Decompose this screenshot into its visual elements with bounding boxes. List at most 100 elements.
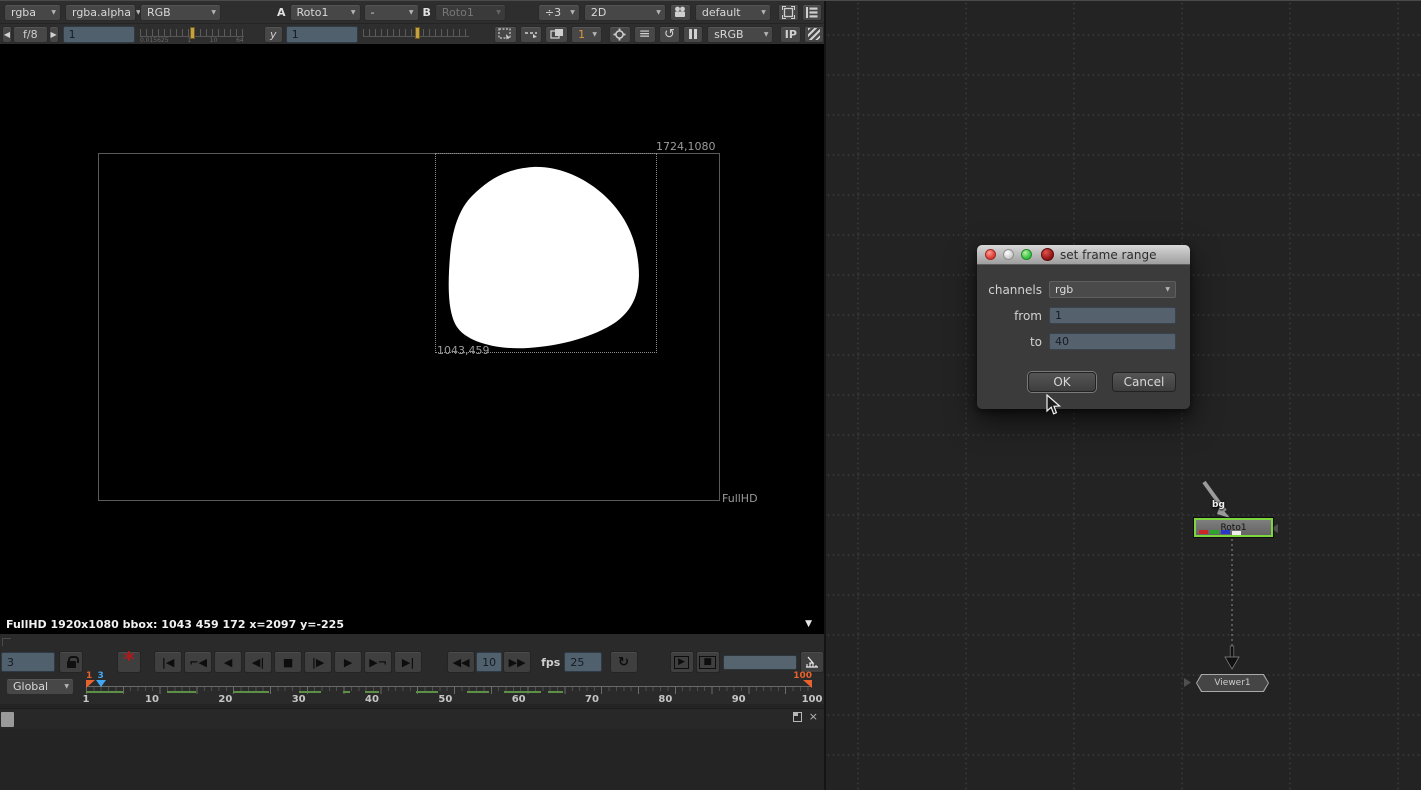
close-window-button[interactable]	[985, 249, 996, 260]
timeline-display-button[interactable]	[800, 651, 824, 673]
step-back-button[interactable]: ◀|	[244, 651, 272, 673]
panel-handle-icon	[2, 638, 11, 646]
display-channels-dropdown[interactable]: RGB ▼	[140, 4, 221, 21]
roi-button[interactable]	[494, 26, 517, 43]
layer-dropdown[interactable]: rgba.alpha ▼	[65, 4, 136, 21]
viewer-colorspace-dropdown[interactable]: sRGB ▼	[707, 26, 773, 43]
go-start-button[interactable]: |◀	[154, 651, 182, 673]
scrollbar-thumb[interactable]	[1, 712, 14, 727]
scanline-mode-button[interactable]: ≡	[634, 26, 656, 43]
chevron-down-icon: ▼	[491, 9, 501, 16]
step-forward-button[interactable]: |▶	[304, 651, 332, 673]
input-process-button[interactable]: IP	[780, 26, 801, 43]
jump-back-button[interactable]: ◀◀	[447, 651, 475, 673]
from-input[interactable]: 1	[1049, 307, 1176, 324]
dialog-title: set frame range	[1060, 248, 1156, 262]
play-backward-button[interactable]: ◀	[214, 651, 242, 673]
close-panel-icon[interactable]: ×	[809, 712, 818, 722]
playhead-marker[interactable]: 3	[96, 672, 106, 687]
viewer-input-number-dropdown[interactable]: 1 ▼	[571, 26, 602, 43]
frame-lock-button[interactable]	[59, 651, 83, 673]
pause-icon	[689, 29, 697, 39]
clip-warning-button[interactable]	[520, 26, 543, 43]
channels-row: channels rgb ▼	[977, 281, 1176, 298]
range-end-marker[interactable]: 100	[793, 672, 812, 688]
viewer-status-bar: FullHD 1920x1080 bbox: 1043 459 172 x=20…	[0, 614, 824, 634]
range-start-marker[interactable]: 1	[86, 672, 95, 688]
next-keyframe-button[interactable]: ▶¬	[364, 651, 392, 673]
timeline-tick-label: 10	[145, 694, 159, 705]
stack-mode-button[interactable]	[802, 4, 822, 21]
minimize-window-button[interactable]	[1003, 249, 1014, 260]
gain-slider[interactable]: 0.015625 1 10 64	[140, 27, 244, 41]
gamma-button[interactable]: y	[264, 26, 283, 43]
camera-lock-button[interactable]	[670, 4, 691, 21]
timeline[interactable]: Global ▼ 1102030405060708090100 1 3 100	[0, 674, 824, 704]
play-forward-button[interactable]: ▶	[334, 651, 362, 673]
node-roto1[interactable]: Roto1	[1194, 518, 1273, 537]
timeline-tick-label: 90	[732, 694, 746, 705]
update-viewer-button[interactable]: ↺	[659, 26, 681, 43]
from-row: from 1	[977, 307, 1176, 324]
current-frame-input[interactable]: 3	[1, 652, 55, 672]
flipbook-play-button[interactable]: ▶	[670, 651, 694, 673]
monitor-output-button[interactable]	[609, 26, 631, 43]
layers-stack-icon	[805, 6, 818, 19]
channels-dropdown[interactable]: rgba ▼	[4, 4, 61, 21]
chevron-down-icon: ▼	[404, 9, 414, 16]
gamma-slider[interactable]	[363, 27, 469, 41]
loop-mode-button[interactable]: ↻	[610, 651, 638, 673]
frame-increment-input[interactable]: 10	[476, 652, 502, 672]
roto-shape[interactable]	[0, 44, 824, 614]
wipe-mode-dropdown[interactable]: - ▼	[364, 4, 419, 21]
timeline-scrollbar[interactable]: ×	[0, 708, 824, 729]
gain-prev-button[interactable]: ◀	[2, 26, 12, 43]
flipbook-stop-button[interactable]: ■	[696, 651, 720, 673]
proxy-downrez-dropdown[interactable]: ÷3 ▼	[538, 4, 580, 21]
timeline-tick-labels: 1102030405060708090100	[86, 694, 812, 705]
prev-keyframe-button[interactable]: ⌐◀	[184, 651, 212, 673]
blue-channel-chip	[1221, 530, 1230, 534]
gamma-toggle-button[interactable]	[545, 26, 568, 43]
fps-input[interactable]: 25	[564, 652, 601, 672]
input-b-dropdown[interactable]: Roto1 ▼	[435, 4, 506, 21]
go-end-button[interactable]: ▶|	[394, 651, 422, 673]
float-panel-icon[interactable]	[793, 712, 802, 722]
red-channel-chip	[1199, 530, 1208, 534]
pause-updates-button[interactable]	[683, 26, 703, 43]
zoom-window-button[interactable]	[1021, 249, 1032, 260]
frame-viewer-button[interactable]	[778, 4, 799, 21]
to-input[interactable]: 40	[1049, 333, 1176, 350]
jump-forward-button[interactable]: ▶▶	[503, 651, 531, 673]
playback-progress-bar	[723, 655, 797, 670]
chevron-down-icon: ▼	[759, 31, 769, 38]
gamma-input[interactable]: 1	[286, 26, 358, 43]
loop-icon: ↻	[618, 655, 629, 670]
view-dimension-dropdown[interactable]: 2D ▼	[584, 4, 666, 21]
to-label: to	[977, 335, 1049, 349]
dialog-titlebar[interactable]: set frame range	[977, 245, 1190, 265]
cached-frames-segment	[86, 691, 123, 693]
gamma-slider-handle[interactable]	[415, 27, 420, 39]
stop-button[interactable]: ■	[274, 651, 302, 673]
frame-range-mode-dropdown[interactable]: Global ▼	[6, 678, 74, 695]
status-expand-icon[interactable]: ▼	[805, 619, 812, 629]
ok-button[interactable]: OK	[1028, 372, 1096, 392]
viewer-canvas[interactable]: 1724,1080 1043,459 FullHD	[0, 44, 824, 614]
viewer-panel: rgba ▼ rgba.alpha ▼ RGB ▼ A Roto1 ▼ - ▼ …	[0, 1, 824, 790]
gain-next-button[interactable]: ▶	[49, 26, 59, 43]
node-viewer1[interactable]: Viewer1	[1196, 674, 1269, 692]
chevron-down-icon: ▼	[1165, 286, 1170, 293]
fstop-button[interactable]: f/8	[13, 26, 48, 43]
input-a-dropdown[interactable]: Roto1 ▼	[290, 4, 361, 21]
dialog-channels-dropdown[interactable]: rgb ▼	[1049, 281, 1176, 298]
ram-cache-button[interactable]: *	[117, 651, 141, 673]
timeline-tick-label: 20	[218, 694, 232, 705]
cached-frames-segment	[504, 691, 541, 693]
mouse-cursor	[1046, 394, 1062, 416]
gain-input[interactable]: 1	[63, 26, 135, 43]
input-a-label: A	[277, 6, 286, 19]
camera-dropdown[interactable]: default ▼	[695, 4, 771, 21]
cancel-button[interactable]: Cancel	[1112, 372, 1176, 392]
proxy-toggle-button[interactable]	[804, 26, 824, 43]
